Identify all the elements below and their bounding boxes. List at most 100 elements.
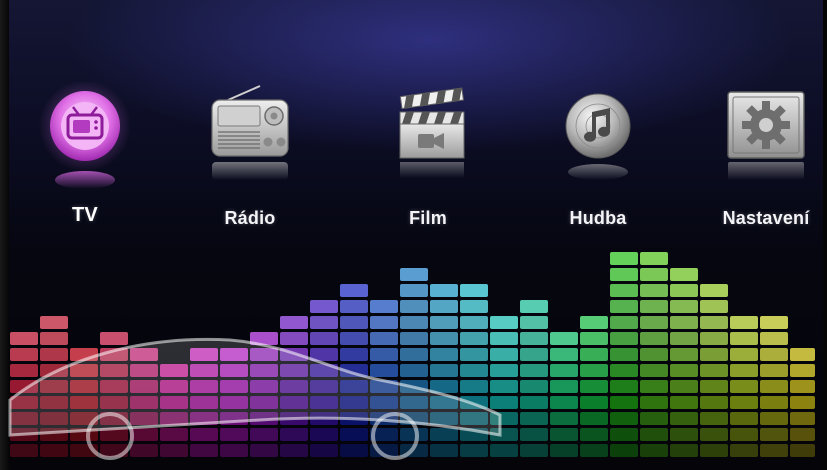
menu-label-tv: TV bbox=[72, 204, 98, 226]
equalizer-cell bbox=[640, 300, 668, 313]
equalizer-cell bbox=[430, 332, 458, 345]
equalizer-cell bbox=[760, 332, 788, 345]
equalizer-cell bbox=[460, 444, 488, 457]
equalizer-cell bbox=[700, 396, 728, 409]
equalizer-cell bbox=[340, 316, 368, 329]
equalizer-background bbox=[0, 250, 827, 470]
equalizer-cell bbox=[340, 348, 368, 361]
equalizer-cell bbox=[370, 364, 398, 377]
equalizer-cell bbox=[730, 332, 758, 345]
equalizer-cell bbox=[580, 364, 608, 377]
equalizer-cell bbox=[580, 444, 608, 457]
equalizer-cell bbox=[640, 316, 668, 329]
equalizer-cell bbox=[340, 428, 368, 441]
equalizer-cell bbox=[670, 396, 698, 409]
equalizer-cell bbox=[610, 252, 638, 265]
equalizer-cell bbox=[670, 412, 698, 425]
equalizer-cell bbox=[700, 444, 728, 457]
equalizer-cell bbox=[460, 332, 488, 345]
equalizer-cell bbox=[520, 364, 548, 377]
equalizer-cell bbox=[40, 316, 68, 329]
equalizer-cell bbox=[700, 428, 728, 441]
equalizer-cell bbox=[730, 444, 758, 457]
equalizer-cell bbox=[640, 412, 668, 425]
equalizer-cell bbox=[580, 348, 608, 361]
equalizer-cell bbox=[610, 316, 638, 329]
equalizer-cell bbox=[700, 284, 728, 297]
equalizer-cell bbox=[370, 332, 398, 345]
equalizer-cell bbox=[430, 284, 458, 297]
equalizer-cell bbox=[430, 316, 458, 329]
equalizer-cell bbox=[610, 396, 638, 409]
menu-label-radio: Rádio bbox=[224, 208, 276, 228]
equalizer-cell bbox=[610, 364, 638, 377]
equalizer-cell bbox=[400, 332, 428, 345]
equalizer-cell bbox=[550, 380, 578, 393]
equalizer-cell bbox=[520, 396, 548, 409]
equalizer-cell bbox=[670, 444, 698, 457]
equalizer-cell bbox=[670, 300, 698, 313]
equalizer-cell bbox=[610, 444, 638, 457]
equalizer-cell bbox=[160, 428, 188, 441]
equalizer-cell bbox=[400, 268, 428, 281]
menu-item-tv[interactable]: TV bbox=[25, 74, 145, 244]
equalizer-cell bbox=[370, 348, 398, 361]
equalizer-cell bbox=[730, 396, 758, 409]
equalizer-cell bbox=[730, 380, 758, 393]
equalizer-cell bbox=[610, 332, 638, 345]
equalizer-cell bbox=[760, 364, 788, 377]
equalizer-cell bbox=[640, 428, 668, 441]
equalizer-cell bbox=[640, 268, 668, 281]
equalizer-cell bbox=[700, 332, 728, 345]
film-clapper-icon bbox=[382, 82, 474, 192]
menu-item-film[interactable]: Film bbox=[368, 74, 488, 244]
media-player-home-screen: TV Rádio Film Hudba Nastavení bbox=[0, 0, 827, 470]
main-menu: TV Rádio Film Hudba Nastavení bbox=[0, 0, 827, 250]
equalizer-cell bbox=[580, 316, 608, 329]
equalizer-cell bbox=[100, 332, 128, 345]
menu-label-settings: Nastavení bbox=[722, 208, 810, 228]
equalizer-cell bbox=[190, 428, 218, 441]
equalizer-cell bbox=[700, 300, 728, 313]
equalizer-cell bbox=[760, 380, 788, 393]
equalizer-cell bbox=[640, 252, 668, 265]
equalizer-cell bbox=[670, 428, 698, 441]
equalizer-cell bbox=[340, 300, 368, 313]
equalizer-cell bbox=[790, 412, 815, 425]
equalizer-cell bbox=[40, 444, 68, 457]
equalizer-cell bbox=[310, 316, 338, 329]
equalizer-cell bbox=[10, 348, 38, 361]
equalizer-cell bbox=[610, 268, 638, 281]
equalizer-cell bbox=[280, 332, 308, 345]
equalizer-cell bbox=[490, 444, 518, 457]
equalizer-cell bbox=[700, 316, 728, 329]
equalizer-cell bbox=[550, 412, 578, 425]
equalizer-cell bbox=[220, 428, 248, 441]
equalizer-cell bbox=[40, 348, 68, 361]
menu-label-music: Hudba bbox=[569, 208, 627, 228]
equalizer-cell bbox=[580, 396, 608, 409]
equalizer-cell bbox=[10, 364, 38, 377]
menu-label-film: Film bbox=[409, 208, 447, 228]
equalizer-cell bbox=[580, 412, 608, 425]
equalizer-cell bbox=[790, 428, 815, 441]
equalizer-cell bbox=[520, 380, 548, 393]
equalizer-cell bbox=[400, 300, 428, 313]
menu-item-radio[interactable]: Rádio bbox=[190, 74, 310, 244]
equalizer-cell bbox=[520, 300, 548, 313]
tv-icon bbox=[39, 82, 131, 192]
menu-item-settings[interactable]: Nastavení bbox=[706, 74, 826, 244]
equalizer-cell bbox=[400, 364, 428, 377]
equalizer-cell bbox=[190, 444, 218, 457]
equalizer-cell bbox=[730, 316, 758, 329]
equalizer-cell bbox=[670, 316, 698, 329]
equalizer-cell bbox=[520, 316, 548, 329]
equalizer-cell bbox=[640, 348, 668, 361]
equalizer-cell bbox=[760, 412, 788, 425]
equalizer-cell bbox=[490, 364, 518, 377]
equalizer-cell bbox=[550, 428, 578, 441]
equalizer-cell bbox=[700, 348, 728, 361]
equalizer-cell bbox=[760, 428, 788, 441]
equalizer-cell bbox=[700, 412, 728, 425]
menu-item-music[interactable]: Hudba bbox=[538, 74, 658, 244]
